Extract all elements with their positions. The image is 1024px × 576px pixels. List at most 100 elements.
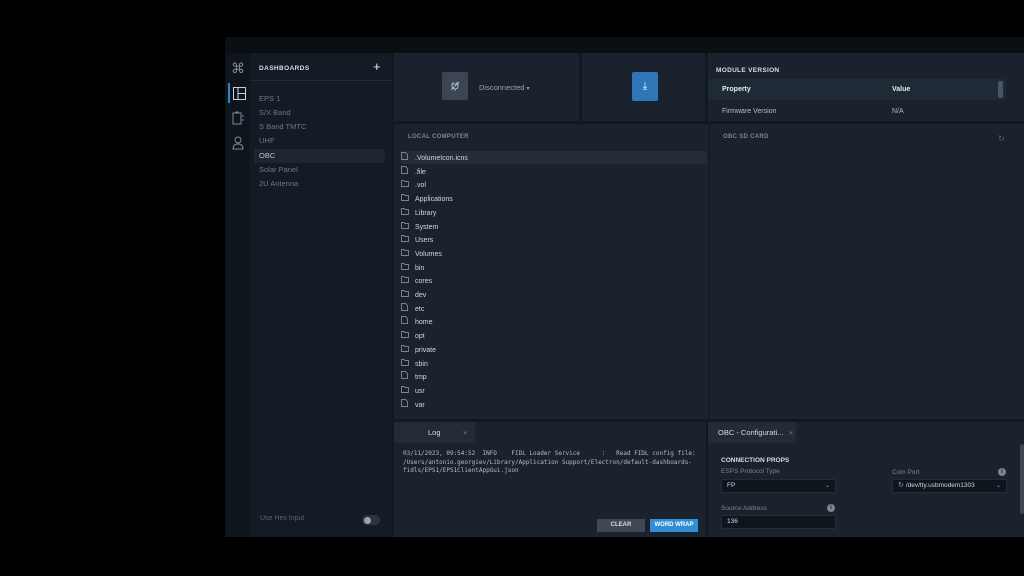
file-row[interactable]: private [401, 343, 707, 356]
file-name: bin [415, 264, 425, 272]
file-row[interactable]: Applications [401, 192, 707, 205]
file-row[interactable]: var [401, 398, 707, 411]
file-name: private [415, 346, 437, 354]
refresh-icon[interactable]: ↻ [898, 482, 906, 489]
close-icon[interactable]: ✕ [443, 431, 468, 437]
config-scrollbar[interactable] [1020, 444, 1024, 514]
tab-obc-configuration[interactable]: OBC - Configurati... ✕ [708, 422, 796, 443]
file-name: Applications [415, 196, 453, 204]
tab-log[interactable]: Log ✕ [394, 422, 475, 443]
hex-input-label: Use Hex Input [260, 515, 305, 522]
icon-rail: ⌘ [225, 53, 250, 537]
sidebar-item-uhf[interactable]: UHF [254, 134, 385, 148]
com-port-value: /dev/tty.usbmodem1303 [905, 482, 975, 489]
chevron-down-icon: ⌄ [824, 483, 830, 489]
folder-icon [401, 220, 415, 233]
protocol-type-label: ESPS Protocol Type [721, 468, 780, 475]
module-version-table-header [708, 79, 1006, 100]
local-computer-title: LOCAL COMPUTER [408, 134, 469, 140]
file-row[interactable]: System [401, 220, 707, 233]
source-address-input[interactable]: 136 [721, 515, 836, 529]
chevron-down-icon: ▾ [526, 86, 530, 92]
file-row[interactable]: home [401, 315, 707, 328]
refresh-icon[interactable]: ↻ [998, 134, 1005, 143]
file-icon [401, 165, 415, 178]
add-dashboard-button[interactable]: + [373, 59, 381, 74]
table-scrollbar[interactable] [998, 81, 1003, 98]
file-name: Volumes [415, 250, 442, 258]
sidebar-item-sx-band[interactable]: S/X Band [254, 106, 385, 120]
protocol-type-value: FP [727, 482, 736, 489]
connection-props-title: CONNECTION PROPS [721, 457, 790, 464]
folder-icon [401, 288, 415, 301]
file-name: Library [415, 209, 437, 217]
sidebar-item-eps1[interactable]: EPS 1 [254, 92, 385, 106]
file-row[interactable]: opt [401, 329, 707, 342]
file-row[interactable]: Volumes [401, 247, 707, 260]
info-icon[interactable]: i [998, 468, 1006, 476]
file-row[interactable]: dev [401, 288, 707, 301]
dashboards-sidebar: DASHBOARDS + EPS 1 S/X Band S Band TMTC … [250, 53, 392, 537]
plug-icon[interactable] [442, 72, 468, 100]
module-version-title: MODULE VERSION [716, 67, 780, 74]
file-row[interactable]: .VolumeIcon.icns [401, 151, 707, 164]
hex-input-toggle[interactable] [362, 515, 380, 525]
file-icon [401, 370, 415, 383]
clear-button[interactable]: CLEAR [597, 519, 645, 532]
sidebar-item-2u-antenna[interactable]: 2U Antenna [254, 177, 385, 191]
download-icon: ⤓ [642, 81, 648, 92]
file-row[interactable]: bin [401, 261, 707, 274]
file-name: cores [415, 278, 433, 286]
file-name: opt [415, 333, 425, 341]
file-row[interactable]: usr [401, 384, 707, 397]
dashboard-icon[interactable] [228, 83, 248, 103]
connection-status-dropdown[interactable]: Disconnected ▾ [479, 83, 530, 92]
folder-icon [401, 384, 415, 397]
file-name: tmp [415, 374, 427, 382]
info-icon[interactable]: i [827, 504, 835, 512]
download-button[interactable]: ⤓ [632, 72, 658, 101]
file-name: var [415, 401, 425, 409]
log-output: 03/11/2023, 09:54:52 INFO FIDL Loader Se… [403, 450, 700, 474]
word-wrap-button[interactable]: WORD WRAP [650, 519, 698, 532]
file-row[interactable]: cores [401, 274, 707, 287]
com-port-label: Com Port [892, 469, 920, 476]
folder-icon [401, 247, 415, 260]
protocol-type-select[interactable]: FP ⌄ [721, 479, 836, 493]
file-name: etc [415, 305, 425, 313]
chevron-down-icon: ⌄ [995, 483, 1001, 489]
toggle-knob [364, 516, 371, 524]
tab-log-label: Log [428, 428, 441, 437]
file-row[interactable]: tmp [401, 370, 707, 383]
file-name: .file [415, 168, 426, 176]
file-row[interactable]: .vol [401, 178, 707, 191]
app-window: ⌘ DASHBOARDS + EPS 1 S/X Band S Band TMT… [225, 37, 1024, 537]
file-icon [401, 151, 415, 164]
file-row[interactable]: Users [401, 233, 707, 246]
com-port-select[interactable]: ↻ /dev/tty.usbmodem1303 ⌄ [892, 479, 1007, 493]
folder-icon [401, 178, 415, 191]
close-icon[interactable]: ✕ [786, 431, 794, 437]
user-icon[interactable] [228, 133, 248, 153]
folder-icon [401, 192, 415, 205]
file-row[interactable]: Library [401, 206, 707, 219]
command-icon[interactable]: ⌘ [228, 58, 248, 78]
firmware-version-property: Firmware Version [722, 108, 777, 115]
folder-icon [401, 343, 415, 356]
sidebar-item-s-band-tmtc[interactable]: S Band TMTC [254, 120, 385, 134]
file-name: Users [415, 237, 434, 245]
file-name: usr [415, 387, 425, 395]
col-property: Property [722, 86, 751, 93]
file-name: System [415, 223, 439, 231]
battery-icon[interactable] [228, 108, 248, 128]
firmware-version-value: N/A [892, 108, 904, 115]
file-row[interactable]: sbin [401, 357, 707, 370]
file-name: home [415, 319, 433, 327]
sidebar-item-solar-panel[interactable]: Solar Panel [254, 163, 385, 177]
file-row[interactable]: etc [401, 302, 707, 315]
file-browser-panel: LOCAL COMPUTER OBC SD CARD ↻ .VolumeIcon… [394, 124, 1024, 419]
file-row[interactable]: .file [401, 165, 707, 178]
file-name: .vol [415, 182, 426, 190]
sidebar-item-obc[interactable]: OBC [254, 149, 385, 163]
log-panel: Log ✕ 03/11/2023, 09:54:52 INFO FIDL Loa… [394, 422, 706, 537]
